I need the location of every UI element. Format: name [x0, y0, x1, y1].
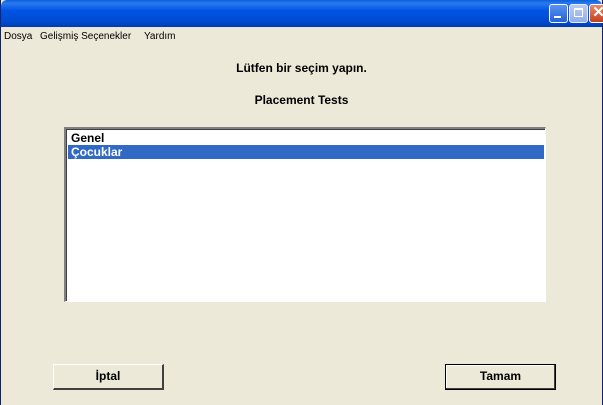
menu-dosya[interactable]: Dosya: [4, 31, 32, 42]
menu-gelismis-secenekler[interactable]: Gelişmiş Seçenekler: [40, 31, 131, 42]
cancel-button[interactable]: İptal: [53, 364, 164, 390]
menu-yardim[interactable]: Yardım: [144, 31, 176, 42]
list-item-selected[interactable]: Çocuklar: [68, 145, 544, 159]
list-item[interactable]: Genel: [68, 131, 544, 145]
prompt-heading: Lütfen bir seçim yapın.: [236, 61, 367, 75]
minimize-button[interactable]: [549, 4, 568, 23]
close-icon: ✕: [592, 4, 603, 21]
dialog-window: ✕ Dosya Gelişmiş Seçenekler Yardım Lütfe…: [0, 0, 603, 405]
ok-button[interactable]: Tamam: [445, 364, 556, 390]
selection-listbox[interactable]: Genel Çocuklar: [64, 127, 546, 302]
maximize-button[interactable]: [569, 4, 588, 23]
title-bar[interactable]: ✕: [1, 0, 603, 27]
close-button[interactable]: ✕: [589, 4, 603, 23]
minimize-icon: [554, 16, 561, 18]
menu-bar: Dosya Gelişmiş Seçenekler Yardım: [1, 27, 602, 45]
subtitle-heading: Placement Tests: [254, 93, 349, 107]
maximize-icon: [574, 8, 583, 17]
